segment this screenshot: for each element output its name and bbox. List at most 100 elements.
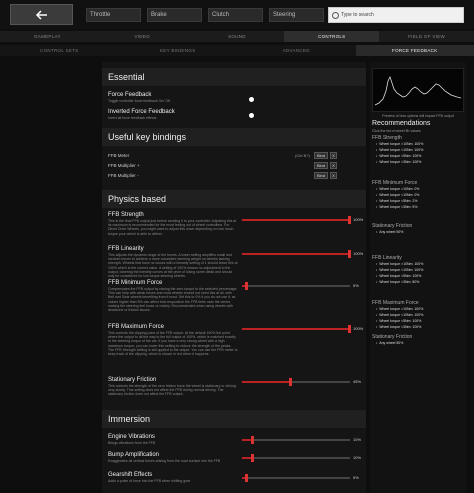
main-tabs: GAMEPLAY VIDEO SOUND CONTROLS FIELD OF V…	[0, 31, 474, 42]
rec-group-title: FFB Strength	[372, 135, 402, 141]
rec-item: Wheel torque >10Nm: 0%	[376, 187, 419, 191]
bump-amplification-slider[interactable]	[242, 454, 350, 462]
axis-field-brake[interactable]: Brake	[147, 8, 202, 22]
ffb-strength-slider[interactable]	[242, 216, 351, 224]
axis-field-throttle[interactable]: Throttle	[86, 8, 141, 22]
kb-ffb-mult-minus-bind-button[interactable]: Bind	[314, 172, 328, 179]
rec-group-title: FFB Linearity	[372, 255, 402, 261]
recommendations-title: Recommendations	[372, 120, 431, 127]
inverted-ffb-toggle[interactable]	[249, 113, 254, 118]
setting-desc: Adds a pulse of force into the FFB when …	[108, 479, 191, 483]
rec-item: Wheel torque <3Nm: 80%	[376, 280, 419, 284]
slider-fill	[242, 381, 291, 383]
rec-item: Any wheel 50%	[376, 341, 403, 345]
slider-handle[interactable]	[348, 250, 351, 258]
kb-ffb-mult-plus-bind-button[interactable]: Bind	[314, 162, 328, 169]
slider-handle[interactable]	[250, 436, 254, 444]
rec-item: Wheel torque <10Nm: 100%	[376, 313, 423, 317]
kb-ffb-mult-plus-label: FFB Multiplier +	[108, 163, 140, 168]
ffb-maximum-force-slider[interactable]	[242, 325, 351, 333]
ffb-output-graph	[372, 68, 464, 112]
kb-ffb-meter-bind-button[interactable]: Bind	[314, 152, 328, 159]
slider-handle[interactable]	[348, 325, 351, 333]
slider-handle[interactable]	[348, 216, 351, 224]
kb-ffb-meter-clear-button[interactable]: X	[330, 152, 337, 159]
tab-force-feedback[interactable]: FORCE FEEDBACK	[355, 45, 474, 56]
ffb-minimum-force-slider[interactable]	[242, 282, 350, 290]
setting-ffb-linearity: FFB Linearity This adjusts the dynamic r…	[108, 246, 238, 278]
setting-ffb-minimum-force: FFB Minimum Force Compensates the FFB ou…	[108, 280, 238, 312]
setting-desc: Brings vibrations from the FFB	[108, 441, 156, 445]
setting-title: Force Feedback	[108, 92, 152, 98]
tab-key-bindings[interactable]: KEY BINDINGS	[119, 45, 238, 56]
rec-item: Wheel torque <5Nm: 100%	[376, 274, 421, 278]
back-button[interactable]	[10, 4, 73, 25]
slider-handle[interactable]	[288, 378, 292, 386]
recommendations-panel: Preview of how options will impact FFB o…	[370, 62, 466, 493]
section-immersion-title: Immersion	[102, 410, 366, 428]
rec-group-title: FFB Minimum Force	[372, 180, 418, 186]
kb-ffb-meter-label: FFB Meter	[108, 153, 130, 158]
kb-ffb-mult-minus-clear-button[interactable]: X	[330, 172, 337, 179]
setting-title: Stationary Friction	[108, 377, 157, 383]
stationary-friction-slider[interactable]	[242, 378, 350, 386]
setting-desc: Exaggerates all vertical forces arising …	[108, 459, 221, 463]
tab-field-of-view[interactable]: FIELD OF VIEW	[379, 31, 474, 42]
section-physics-title: Physics based	[102, 190, 366, 208]
ffb-strength-value: 100%	[353, 217, 364, 222]
rec-item: Wheel torque >10Nm: 100%	[376, 307, 423, 311]
graph-caption: Preview of how options will impact FFB o…	[382, 114, 454, 118]
stationary-friction-value: 45%	[353, 379, 362, 384]
rec-item: Wheel torque >10Nm: 100%	[376, 262, 423, 266]
setting-title: Inverted Force Feedback	[108, 109, 175, 115]
recommendations-subtitle: Click the list of wheel ffb values	[372, 129, 421, 133]
force-feedback-toggle[interactable]	[249, 97, 254, 102]
setting-title: Engine Vibrations	[108, 434, 155, 440]
tab-gameplay[interactable]: GAMEPLAY	[0, 31, 95, 42]
slider-handle[interactable]	[245, 474, 249, 482]
slider-handle[interactable]	[250, 454, 254, 462]
section-essential-title: Essential	[102, 68, 366, 86]
engine-vibrations-slider[interactable]	[242, 436, 350, 444]
setting-title: FFB Maximum Force	[108, 324, 165, 330]
search-input[interactable]: Type to search	[328, 7, 464, 23]
engine-vibrations-value: 10%	[353, 437, 362, 442]
tab-controls[interactable]: CONTROLS	[284, 31, 380, 42]
rec-item: Wheel torque <3Nm: 100%	[376, 325, 421, 329]
tab-advanced[interactable]: ADVANCED	[237, 45, 356, 56]
ffb-linearity-slider[interactable]	[242, 250, 351, 258]
kb-ffb-mult-plus-clear-button[interactable]: X	[330, 162, 337, 169]
setting-ffb-strength: FFB Strength This is the final FFB outpu…	[108, 212, 238, 236]
slider-fill	[242, 219, 350, 221]
tab-video[interactable]: VIDEO	[95, 31, 190, 42]
axis-field-clutch[interactable]: Clutch	[208, 8, 263, 22]
rec-item: Wheel torque <10Nm: 100%	[376, 148, 423, 152]
setting-title: FFB Minimum Force	[108, 280, 163, 286]
slider-fill	[242, 253, 350, 255]
gearshift-effects-slider[interactable]	[242, 474, 350, 482]
rec-item: Wheel torque <10Nm: 0%	[376, 193, 419, 197]
tab-control-sets[interactable]: CONTROL SETS	[0, 45, 119, 56]
setting-desc: This adjusts the dynamic range of the fo…	[108, 253, 238, 279]
rec-item: Wheel torque <3Nm: 100%	[376, 160, 421, 164]
rec-item: Wheel torque <5Nm: 100%	[376, 319, 421, 323]
setting-ffb-maximum-force: FFB Maximum Force This controls the clip…	[108, 324, 238, 356]
setting-desc: This controls the strength of the zero f…	[108, 384, 236, 397]
gearshift-effects-value: 5%	[353, 475, 359, 480]
axis-field-steering[interactable]: Steering	[269, 8, 324, 22]
ffb-linearity-value: 100%	[353, 251, 364, 256]
setting-engine-vibrations: Engine Vibrations Brings vibrations from…	[108, 434, 238, 445]
rec-group-title: Stationary Friction	[372, 223, 413, 229]
bump-amplification-value: 10%	[353, 455, 362, 460]
setting-title: Gearshift Effects	[108, 472, 153, 478]
settings-panel: Essential Force Feedback Toggle controll…	[102, 62, 366, 493]
rec-item: Wheel torque >10Nm: 100%	[376, 142, 423, 146]
setting-bump-amplification: Bump Amplification Exaggerates all verti…	[108, 452, 238, 463]
slider-handle[interactable]	[245, 282, 249, 290]
setting-title: FFB Strength	[108, 212, 144, 218]
setting-desc: Toggle controller force feedback On/ Off	[108, 99, 170, 103]
tab-sound[interactable]: SOUND	[190, 31, 285, 42]
kb-ffb-meter-value: (Ctrl B?)	[295, 153, 310, 158]
setting-force-feedback: Force Feedback Toggle controller force f…	[108, 92, 366, 103]
rec-group-title: FFB Maximum Force	[372, 300, 419, 306]
